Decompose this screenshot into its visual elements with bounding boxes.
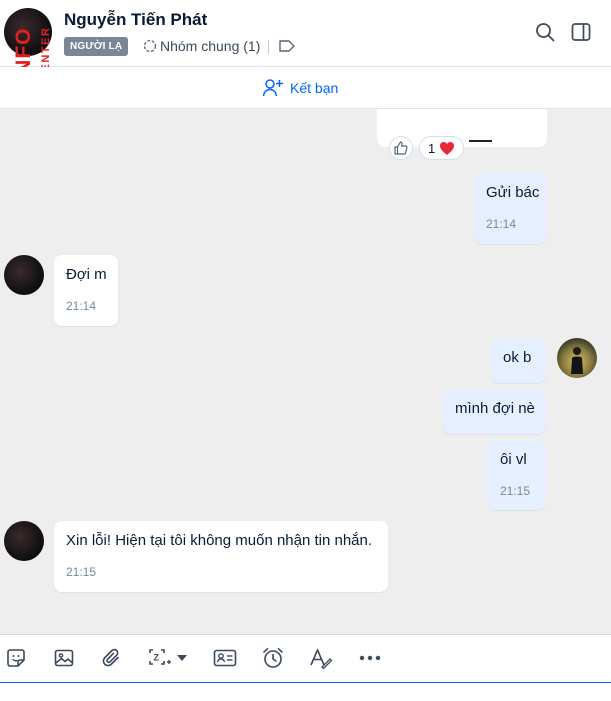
sticker-icon bbox=[7, 649, 25, 667]
add-friend-bar: Kết bạn bbox=[0, 67, 611, 109]
chevron-down-icon bbox=[177, 655, 187, 661]
more-options-button[interactable] bbox=[358, 646, 382, 670]
message-bubble-outgoing[interactable]: Gửi bác 21:14 bbox=[474, 173, 546, 244]
message-bubble-incoming[interactable]: Xin lỗi! Hiện tại tôi không muốn nhận ti… bbox=[54, 521, 388, 592]
chat-messages[interactable]: 1 Gửi bác 21:14 Đợi m 21:14 ok b mình đợ… bbox=[0, 109, 611, 634]
tag-icon[interactable] bbox=[278, 39, 296, 53]
message-text: mình đợi nè bbox=[455, 400, 535, 417]
thumbs-up-icon bbox=[394, 141, 408, 155]
common-groups-link[interactable]: Nhóm chung (1) bbox=[160, 38, 260, 54]
more-icon bbox=[359, 655, 381, 661]
reminder-icon bbox=[263, 648, 283, 668]
group-icon bbox=[143, 39, 157, 53]
contact-avatar[interactable] bbox=[4, 8, 52, 56]
screenshot-icon: Z bbox=[149, 649, 171, 665]
side-panel-icon[interactable] bbox=[570, 21, 592, 43]
screenshot-button[interactable]: Z bbox=[148, 646, 190, 670]
message-text: ok b bbox=[503, 349, 532, 366]
contact-card-icon bbox=[213, 649, 237, 667]
reminder-button[interactable] bbox=[261, 646, 285, 670]
message-input-area[interactable] bbox=[0, 682, 611, 701]
reaction-count: 1 bbox=[428, 140, 436, 156]
message-text: ôi vl bbox=[500, 451, 527, 468]
message-time: 21:15 bbox=[500, 484, 531, 498]
heart-icon bbox=[440, 141, 455, 155]
add-user-icon bbox=[262, 79, 283, 97]
person-figure-icon bbox=[571, 347, 583, 374]
send-contact-card-button[interactable] bbox=[213, 646, 237, 670]
message-bubble-incoming[interactable]: Đợi m 21:14 bbox=[54, 255, 118, 326]
send-image-button[interactable] bbox=[52, 646, 76, 670]
like-reaction-button[interactable] bbox=[389, 136, 413, 160]
reaction-summary[interactable]: 1 bbox=[419, 136, 465, 160]
message-text: Đợi m bbox=[66, 266, 107, 283]
sender-avatar[interactable] bbox=[4, 255, 44, 295]
message-time: 21:15 bbox=[66, 565, 97, 579]
divider bbox=[268, 40, 269, 54]
add-friend-button[interactable]: Kết bạn bbox=[262, 76, 338, 100]
search-icon[interactable] bbox=[534, 21, 556, 43]
message-text: Gửi bác bbox=[486, 184, 540, 201]
message-time: 21:14 bbox=[66, 299, 97, 313]
svg-text:Z: Z bbox=[154, 653, 160, 663]
text-format-button[interactable] bbox=[309, 646, 333, 670]
message-bubble-outgoing[interactable]: mình đợi nè bbox=[443, 389, 546, 434]
text-format-icon bbox=[310, 649, 333, 669]
add-friend-label: Kết bạn bbox=[290, 80, 339, 96]
message-text: Xin lỗi! Hiện tại tôi không muốn nhận ti… bbox=[66, 532, 373, 549]
contact-name[interactable]: Nguyễn Tiến Phát bbox=[64, 10, 207, 30]
underline-mark bbox=[469, 140, 492, 142]
attachment-icon bbox=[102, 648, 119, 667]
stranger-badge: NGƯỜI LẠ bbox=[64, 37, 129, 56]
composer-toolbar: Z bbox=[0, 634, 611, 682]
chat-header: Nguyễn Tiến Phát NGƯỜI LẠ Nhóm chung (1) bbox=[0, 0, 611, 67]
sender-avatar[interactable] bbox=[4, 521, 44, 561]
sticker-button[interactable] bbox=[4, 646, 28, 670]
attach-file-button[interactable] bbox=[100, 646, 124, 670]
image-icon bbox=[54, 649, 74, 667]
message-bubble-outgoing[interactable]: ôi vl 21:15 bbox=[488, 440, 546, 510]
my-avatar[interactable] bbox=[557, 338, 597, 378]
message-time: 21:14 bbox=[486, 217, 517, 231]
message-bubble-outgoing[interactable]: ok b bbox=[491, 338, 546, 383]
